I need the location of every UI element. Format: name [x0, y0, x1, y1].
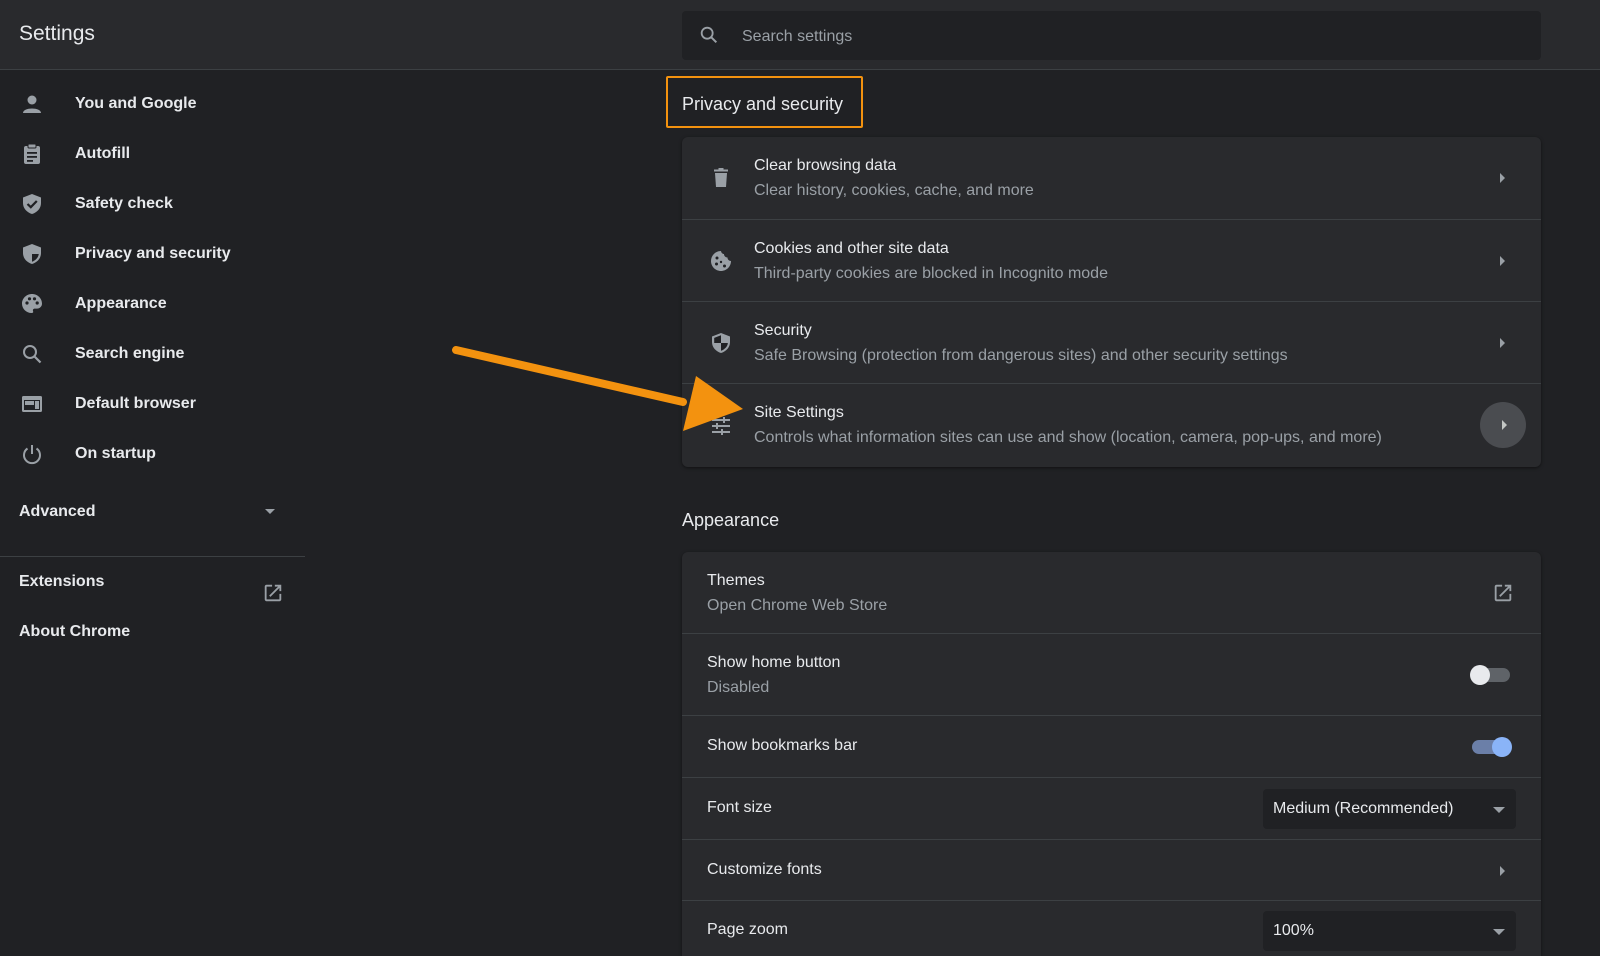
- page-zoom-select[interactable]: 100%: [1263, 911, 1516, 951]
- font-size-select[interactable]: Medium (Recommended): [1263, 789, 1516, 829]
- sidebar-item-label: Autofill: [75, 145, 131, 162]
- extensions-link[interactable]: Extensions: [19, 573, 104, 591]
- sidebar-item-appearance[interactable]: Appearance: [0, 279, 305, 329]
- row-title: Show home button: [707, 654, 841, 671]
- search-icon: [23, 345, 42, 364]
- appearance-section-title: Appearance: [682, 510, 780, 530]
- sidebar-item-default-browser[interactable]: Default browser: [0, 379, 305, 429]
- search-input[interactable]: [740, 11, 1524, 62]
- sidebar-item-label: On startup: [75, 445, 156, 462]
- chevron-right-icon: [1500, 866, 1505, 876]
- row-subtitle: Controls what information sites can use …: [754, 429, 1382, 446]
- open-in-new-icon[interactable]: [262, 582, 284, 604]
- appearance-card: Themes Open Chrome Web Store Show home b…: [682, 552, 1541, 956]
- app-title: Settings: [19, 22, 95, 45]
- dropdown-arrow-icon: [1493, 929, 1505, 935]
- row-title: Page zoom: [707, 921, 788, 938]
- sidebar-item-label: Search engine: [75, 345, 185, 362]
- power-icon: [23, 445, 41, 465]
- row-title: Themes: [707, 572, 765, 589]
- search-box[interactable]: [682, 11, 1541, 62]
- top-bar: Settings: [0, 0, 1600, 70]
- security-row[interactable]: Security Safe Browsing (protection from …: [682, 301, 1541, 383]
- sidebar-item-label: Safety check: [75, 195, 173, 212]
- shield-half-icon: [712, 333, 730, 353]
- cookie-icon: [711, 251, 731, 271]
- toggle-knob: [1492, 737, 1512, 757]
- cookies-row[interactable]: Cookies and other site data Third-party …: [682, 219, 1541, 301]
- sidebar-item-safety-check[interactable]: Safety check: [0, 179, 305, 229]
- row-title: Security: [754, 322, 812, 339]
- sidebar-item-label: Privacy and security: [75, 245, 231, 262]
- highlight-box: [666, 76, 863, 128]
- row-title: Site Settings: [754, 404, 844, 421]
- sidebar-item-on-startup[interactable]: On startup: [0, 429, 305, 479]
- privacy-card: Clear browsing data Clear history, cooki…: [682, 137, 1541, 467]
- chevron-right-icon: [1500, 256, 1505, 266]
- row-title: Clear browsing data: [754, 157, 897, 174]
- shield-half-icon: [23, 244, 41, 264]
- search-icon: [700, 26, 718, 44]
- chevron-right-icon: [1502, 420, 1507, 430]
- site-settings-arrow-button[interactable]: [1480, 402, 1526, 448]
- row-title: Cookies and other site data: [754, 240, 949, 257]
- sidebar-item-autofill[interactable]: Autofill: [0, 129, 305, 179]
- row-title: Show bookmarks bar: [707, 737, 858, 754]
- open-in-new-icon: [1494, 584, 1512, 602]
- select-value: Medium (Recommended): [1273, 800, 1454, 817]
- clipboard-icon: [24, 143, 40, 164]
- font-size-row: Font size Medium (Recommended): [682, 777, 1541, 839]
- person-icon: [23, 95, 41, 113]
- chevron-right-icon: [1500, 338, 1505, 348]
- sidebar-item-label: Appearance: [75, 295, 167, 312]
- row-subtitle: Safe Browsing (protection from dangerous…: [754, 347, 1288, 364]
- chevron-right-icon: [1500, 173, 1505, 183]
- sidebar-item-label: Default browser: [75, 395, 196, 412]
- chevron-down-icon: [265, 509, 275, 514]
- row-subtitle: Disabled: [707, 679, 770, 696]
- advanced-toggle[interactable]: Advanced: [0, 488, 305, 538]
- row-title: Customize fonts: [707, 861, 822, 878]
- sidebar-item-search-engine[interactable]: Search engine: [0, 329, 305, 379]
- about-chrome-link[interactable]: About Chrome: [19, 623, 130, 641]
- site-settings-row[interactable]: Site Settings Controls what information …: [682, 383, 1541, 467]
- sidebar-item-privacy-and-security[interactable]: Privacy and security: [0, 229, 305, 279]
- tune-icon: [712, 417, 730, 435]
- sidebar-item-you-and-google[interactable]: You and Google: [0, 79, 305, 129]
- sidebar-item-label: You and Google: [75, 95, 197, 112]
- sidebar: You and Google Autofill Safety check Pri…: [0, 71, 305, 956]
- clear-browsing-data-row[interactable]: Clear browsing data Clear history, cooki…: [682, 137, 1541, 219]
- themes-row[interactable]: Themes Open Chrome Web Store: [682, 552, 1541, 633]
- shield-check-icon: [23, 194, 41, 214]
- home-button-toggle[interactable]: [1470, 665, 1510, 685]
- browser-icon: [22, 396, 42, 412]
- advanced-label: Advanced: [19, 503, 96, 520]
- dropdown-arrow-icon: [1493, 807, 1505, 813]
- palette-icon: [22, 294, 42, 313]
- row-subtitle: Clear history, cookies, cache, and more: [754, 182, 1034, 199]
- row-subtitle: Open Chrome Web Store: [707, 597, 888, 614]
- row-title: Font size: [707, 799, 772, 816]
- show-home-button-row: Show home button Disabled: [682, 633, 1541, 715]
- customize-fonts-row[interactable]: Customize fonts: [682, 839, 1541, 900]
- bookmarks-bar-toggle[interactable]: [1472, 737, 1512, 757]
- toggle-knob: [1470, 665, 1490, 685]
- show-bookmarks-bar-row: Show bookmarks bar: [682, 715, 1541, 777]
- select-value: 100%: [1273, 922, 1314, 939]
- sidebar-divider: [0, 556, 305, 557]
- trash-icon: [714, 168, 728, 187]
- row-subtitle: Third-party cookies are blocked in Incog…: [754, 265, 1108, 282]
- page-zoom-row: Page zoom 100%: [682, 900, 1541, 956]
